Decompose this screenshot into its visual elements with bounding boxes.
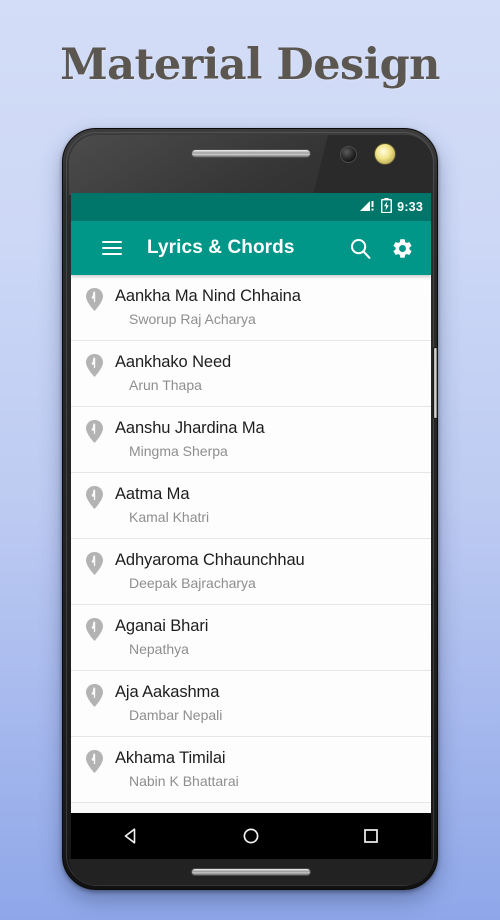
song-artist: Dambar Nepali [129, 707, 223, 723]
phone-device-frame: 9:33 Lyrics & Chords Aankha Ma Nind Chha… [62, 128, 438, 890]
list-item[interactable]: Aganai Bhari Nepathya [71, 605, 431, 671]
page-title: Material Design [60, 40, 440, 90]
song-title: Aja Aakashma [115, 683, 220, 701]
earpiece-speaker [191, 149, 311, 158]
song-artist: Nepathya [129, 641, 189, 657]
list-item[interactable]: Aja Aakashma Dambar Nepali [71, 671, 431, 737]
recents-square-icon[interactable] [361, 826, 381, 846]
song-artist: Kamal Khatri [129, 509, 210, 525]
list-item[interactable]: Aatma Ma Kamal Khatri [71, 473, 431, 539]
song-artist: Mingma Sherpa [129, 443, 228, 459]
song-list[interactable]: Aankha Ma Nind Chhaina Sworup Raj Achary… [71, 275, 431, 813]
front-camera-icon [340, 146, 357, 163]
song-title: Aankhako Need [115, 353, 232, 371]
list-item[interactable]: Aankha Ma Nind Chhaina Sworup Raj Achary… [71, 275, 431, 341]
pin-music-icon [85, 550, 111, 580]
list-item[interactable]: Adhyaroma Chhaunchhau Deepak Bajracharya [71, 539, 431, 605]
status-bar-clock: 9:33 [397, 200, 423, 214]
pin-music-icon [85, 352, 111, 382]
pin-music-icon [85, 748, 111, 778]
list-item[interactable]: Akhama Timilai Nabin K Bhattarai [71, 737, 431, 803]
pin-music-icon [85, 682, 111, 712]
pin-music-icon [85, 484, 111, 514]
list-item[interactable]: Aanshu Jhardina Ma Mingma Sherpa [71, 407, 431, 473]
song-artist: Deepak Bajracharya [129, 575, 256, 591]
song-artist: Arun Thapa [129, 377, 202, 393]
back-triangle-icon[interactable] [121, 826, 141, 846]
song-title: Akhama Timilai [115, 749, 226, 767]
song-title: Aganai Bhari [115, 617, 209, 635]
phone-screen: 9:33 Lyrics & Chords Aankha Ma Nind Chha… [71, 193, 431, 813]
home-circle-icon[interactable] [241, 826, 261, 846]
song-title: Aatma Ma [115, 485, 190, 503]
battery-charging-icon [381, 198, 393, 216]
app-bar: Lyrics & Chords [71, 221, 431, 275]
song-title: Adhyaroma Chhaunchhau [115, 551, 305, 569]
song-artist: Sworup Raj Acharya [129, 311, 256, 327]
pin-music-icon [85, 616, 111, 646]
power-button[interactable] [433, 347, 438, 419]
pin-music-icon [85, 418, 111, 448]
bottom-speaker-grille [191, 868, 311, 876]
song-artist: Nabin K Bhattarai [129, 773, 239, 789]
search-icon[interactable] [345, 233, 375, 263]
android-navigation-bar [71, 813, 431, 859]
song-title: Aanshu Jhardina Ma [115, 419, 265, 437]
status-bar: 9:33 [71, 193, 431, 221]
signal-warning-icon [360, 199, 375, 215]
hamburger-menu-icon[interactable] [97, 233, 127, 263]
app-bar-title: Lyrics & Chords [147, 237, 295, 258]
pin-music-icon [85, 286, 111, 316]
song-title: Aankha Ma Nind Chhaina [115, 287, 301, 305]
gear-icon[interactable] [387, 233, 417, 263]
list-item[interactable]: Aankhako Need Arun Thapa [71, 341, 431, 407]
front-flash-icon [374, 143, 396, 165]
